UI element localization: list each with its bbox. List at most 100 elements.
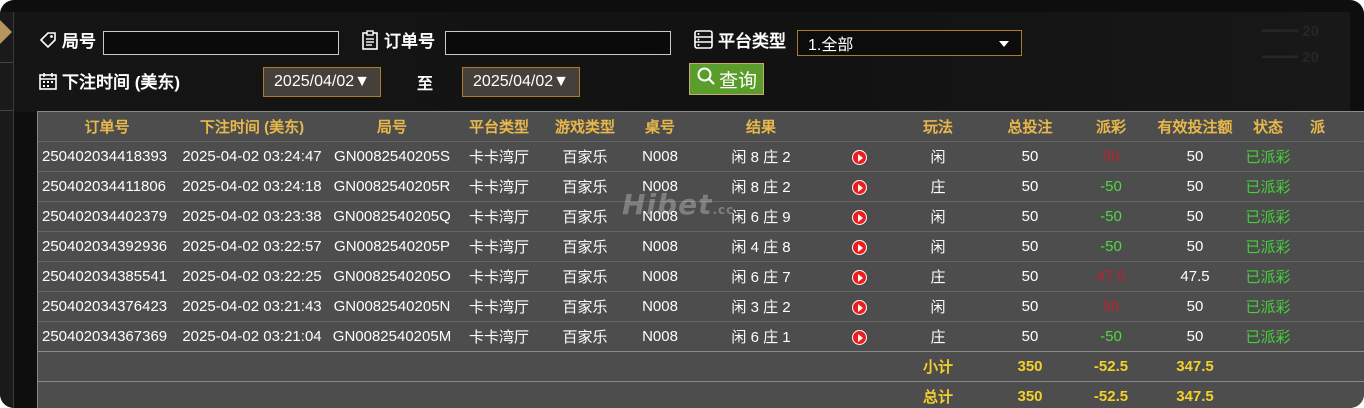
play-video-icon[interactable] <box>851 209 867 225</box>
platform-selected-value: 1.全部 <box>808 37 854 54</box>
side-rail-tab-icon[interactable] <box>0 20 12 44</box>
replay-cell <box>830 201 888 232</box>
order-cell: 250402034367369 <box>38 321 176 352</box>
round-filter-label: 局号 <box>38 27 96 52</box>
result-cell: 闲 4 庄 8 <box>692 231 830 262</box>
result-cell: 闲 6 庄 7 <box>692 261 830 292</box>
subtotal-row: 小计 350 -52.5 347.5 <box>38 351 1364 382</box>
play-video-icon[interactable] <box>851 149 867 165</box>
platform-cell: 卡卡湾厅 <box>456 321 542 352</box>
date-range-separator: 至 <box>417 76 434 93</box>
background-artifact: ━━━━ 20 <box>1262 23 1319 40</box>
replay-cell <box>830 171 888 202</box>
play-video-icon[interactable] <box>851 239 867 255</box>
date-from-picker[interactable]: 2025/04/02▼ <box>263 67 381 97</box>
order-filter-label: 订单号 <box>360 27 435 52</box>
bet-records-table: 订单号 下注时间 (美东) 局号 平台类型 游戏类型 桌号 结果 玩法 总投注 … <box>37 111 1364 408</box>
round-input[interactable] <box>103 31 339 55</box>
table-row: 250402034367369 2025-04-02 03:21:04 GN00… <box>38 321 1364 352</box>
subtotal-valid: 347.5 <box>1150 351 1240 382</box>
play-video-icon[interactable] <box>851 299 867 315</box>
extra-cell <box>1296 321 1364 352</box>
valid-bet-cell: 50 <box>1150 201 1240 232</box>
play-cell: 庄 <box>888 321 988 352</box>
order-cell: 250402034402379 <box>38 201 176 232</box>
status-cell: 已派彩 <box>1240 291 1296 322</box>
bet-time-filter-label: 下注时间 (美东) <box>38 68 180 93</box>
platform-cell: 卡卡湾厅 <box>456 201 542 232</box>
play-video-icon[interactable] <box>851 269 867 285</box>
total-bet-cell: 50 <box>988 201 1072 232</box>
valid-bet-cell: 50 <box>1150 141 1240 172</box>
date-to-picker[interactable]: 2025/04/02▼ <box>462 67 580 97</box>
platform-cell: 卡卡湾厅 <box>456 291 542 322</box>
order-cell: 250402034411806 <box>38 171 176 202</box>
subtotal-label: 小计 <box>888 351 988 382</box>
status-cell: 已派彩 <box>1240 171 1296 202</box>
payout-cell: 47.5 <box>1072 261 1150 292</box>
table-header-row: 订单号 下注时间 (美东) 局号 平台类型 游戏类型 桌号 结果 玩法 总投注 … <box>38 112 1364 142</box>
order-input[interactable] <box>445 31 671 55</box>
play-cell: 闲 <box>888 201 988 232</box>
col-header-replay <box>830 112 888 142</box>
search-icon <box>696 66 716 92</box>
game-cell: 百家乐 <box>542 171 628 202</box>
total-payout: -52.5 <box>1072 381 1150 408</box>
replay-cell <box>830 291 888 322</box>
bet-time-cell: 2025-04-02 03:23:38 <box>176 201 328 232</box>
game-cell: 百家乐 <box>542 141 628 172</box>
payout-cell: 50 <box>1072 291 1150 322</box>
platform-cell: 卡卡湾厅 <box>456 261 542 292</box>
round-cell: GN0082540205P <box>328 231 456 262</box>
query-button-label: 查询 <box>718 70 757 92</box>
result-cell: 闲 8 庄 2 <box>692 141 830 172</box>
result-cell: 闲 3 庄 2 <box>692 291 830 322</box>
bet-time-cell: 2025-04-02 03:21:43 <box>176 291 328 322</box>
table-cell: N008 <box>628 291 692 322</box>
bet-time-cell: 2025-04-02 03:22:57 <box>176 231 328 262</box>
col-header-result: 结果 <box>692 112 830 142</box>
valid-bet-cell: 50 <box>1150 321 1240 352</box>
platform-cell: 卡卡湾厅 <box>456 171 542 202</box>
background-artifact: ━━━━ 20 <box>1262 49 1319 66</box>
game-cell: 百家乐 <box>542 231 628 262</box>
bet-time-label-text: 下注时间 (美东) <box>62 73 181 92</box>
round-cell: GN0082540205S <box>328 141 456 172</box>
play-cell: 闲 <box>888 291 988 322</box>
play-video-icon[interactable] <box>851 329 867 345</box>
replay-cell <box>830 231 888 262</box>
status-cell: 已派彩 <box>1240 231 1296 262</box>
order-cell: 250402034418393 <box>38 141 176 172</box>
date-from-value: 2025/04/02▼ <box>274 73 370 90</box>
platform-select[interactable]: 1.全部 <box>797 30 1022 56</box>
filter-panel <box>14 12 1350 112</box>
col-header-valid-bet: 有效投注额 <box>1150 112 1240 142</box>
play-cell: 庄 <box>888 261 988 292</box>
extra-cell <box>1296 171 1364 202</box>
table-row: 250402034376423 2025-04-02 03:21:43 GN00… <box>38 291 1364 322</box>
result-cell: 闲 6 庄 1 <box>692 321 830 352</box>
status-cell: 已派彩 <box>1240 321 1296 352</box>
tag-icon <box>38 30 58 50</box>
total-bet-cell: 50 <box>988 141 1072 172</box>
table-cell: N008 <box>628 141 692 172</box>
total-label: 总计 <box>888 381 988 408</box>
valid-bet-cell: 50 <box>1150 291 1240 322</box>
replay-cell <box>830 141 888 172</box>
total-valid: 347.5 <box>1150 381 1240 408</box>
total-row: 总计 350 -52.5 347.5 <box>38 381 1364 408</box>
watermark-logo: Hibet.cc <box>622 188 734 221</box>
query-button[interactable]: 查询 <box>689 63 764 95</box>
payout-cell: -50 <box>1072 171 1150 202</box>
game-cell: 百家乐 <box>542 201 628 232</box>
play-video-icon[interactable] <box>851 179 867 195</box>
replay-cell <box>830 321 888 352</box>
table-cell: N008 <box>628 321 692 352</box>
table-row: 250402034418393 2025-04-02 03:24:47 GN00… <box>38 141 1364 172</box>
dropdown-caret-icon <box>999 41 1009 47</box>
payout-cell: -50 <box>1072 321 1150 352</box>
play-cell: 闲 <box>888 231 988 262</box>
round-cell: GN0082540205Q <box>328 201 456 232</box>
watermark-suffix: .cc <box>712 203 735 217</box>
total-bet-cell: 50 <box>988 321 1072 352</box>
